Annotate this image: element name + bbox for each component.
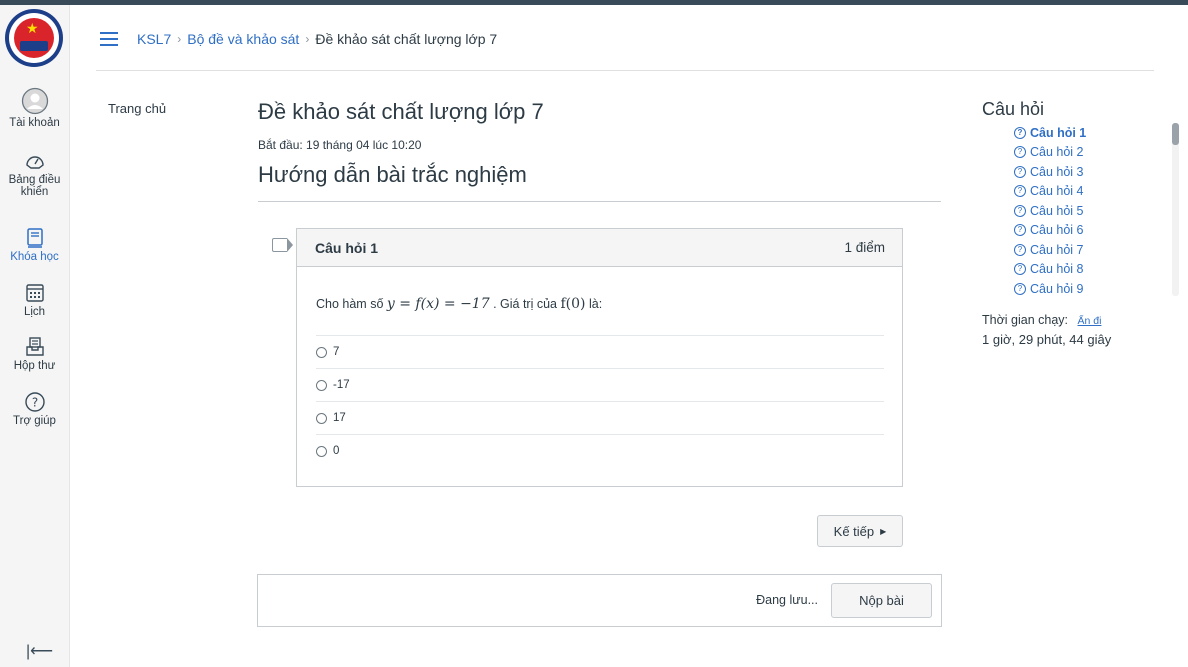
caret-right-icon: ▶ bbox=[880, 526, 887, 536]
question-text: Cho hàm số y = f(x) = −17 . Giá trị của … bbox=[316, 296, 602, 312]
radio-button[interactable] bbox=[316, 346, 327, 358]
divider bbox=[258, 201, 941, 202]
nav-dashboard[interactable]: Bảng điều khiển bbox=[0, 150, 69, 198]
question-list-scrollbar[interactable] bbox=[1172, 123, 1179, 296]
breadcrumb-current: Đề khảo sát chất lượng lớp 7 bbox=[315, 31, 498, 47]
question-mark-icon: ? bbox=[1014, 204, 1026, 217]
question-text-mid: . Giá trị của bbox=[493, 297, 558, 311]
chevron-right-icon: › bbox=[177, 32, 182, 46]
nav-calendar-label: Lịch bbox=[23, 306, 46, 318]
svg-text:?: ? bbox=[31, 396, 37, 410]
page-title: Đề khảo sát chất lượng lớp 7 bbox=[258, 99, 544, 124]
global-nav: ★ Tài khoản Bảng điều khiển Khóa học Lịc… bbox=[0, 5, 70, 667]
next-button[interactable]: Kế tiếp ▶ bbox=[817, 515, 903, 547]
question-link[interactable]: ? Câu hỏi 8 bbox=[1014, 260, 1164, 280]
question-link[interactable]: ? Câu hỏi 3 bbox=[1014, 162, 1164, 182]
question-mark-icon: ? bbox=[1014, 146, 1026, 159]
question-mark-icon: ? bbox=[1014, 282, 1026, 295]
answer-option[interactable]: 7 bbox=[316, 335, 884, 368]
question-formula: y = f(x) = −17 bbox=[386, 296, 490, 312]
question-points: 1 điểm bbox=[844, 240, 885, 255]
answer-option[interactable]: 0 bbox=[316, 434, 884, 467]
question-header: Câu hỏi 1 1 điểm bbox=[297, 229, 902, 267]
question-link[interactable]: ? Câu hỏi 9 bbox=[1014, 279, 1164, 296]
question-link[interactable]: ? Câu hỏi 6 bbox=[1014, 221, 1164, 241]
next-button-label: Kế tiếp bbox=[833, 523, 875, 539]
nav-inbox[interactable]: Hộp thư bbox=[0, 336, 69, 372]
answer-label: 17 bbox=[333, 412, 346, 424]
question-title: Câu hỏi 1 bbox=[315, 239, 379, 256]
question-link[interactable]: ? Câu hỏi 4 bbox=[1014, 182, 1164, 202]
hamburger-menu-icon[interactable] bbox=[100, 32, 118, 50]
question-mark-icon: ? bbox=[1014, 224, 1026, 237]
question-text-suffix: là: bbox=[589, 297, 603, 311]
question-link[interactable]: ? Câu hỏi 7 bbox=[1014, 240, 1164, 260]
top-bar bbox=[0, 0, 1188, 5]
nav-account[interactable]: Tài khoản bbox=[0, 87, 69, 129]
timer-value: 1 giờ, 29 phút, 44 giây bbox=[982, 332, 1112, 347]
nav-help-label: Trợ giúp bbox=[13, 415, 56, 427]
nav-help[interactable]: ? Trợ giúp bbox=[0, 391, 69, 427]
question-mark-icon: ? bbox=[1014, 243, 1026, 256]
question-list-title: Câu hỏi bbox=[982, 99, 1045, 119]
nav-calendar[interactable]: Lịch bbox=[0, 282, 69, 318]
question-text-prefix: Cho hàm số bbox=[316, 297, 384, 311]
answer-label: 0 bbox=[333, 445, 340, 457]
answer-option[interactable]: 17 bbox=[316, 401, 884, 434]
flag-question-icon[interactable] bbox=[272, 238, 293, 252]
question-mark-icon: ? bbox=[1014, 126, 1026, 139]
nav-dashboard-label: Bảng điều khiển bbox=[8, 174, 61, 198]
help-icon: ? bbox=[24, 392, 45, 412]
nav-inbox-label: Hộp thư bbox=[13, 360, 56, 372]
chevron-right-icon: › bbox=[305, 32, 310, 46]
nav-courses-label: Khóa học bbox=[10, 251, 59, 263]
question-mark-icon: ? bbox=[1014, 263, 1026, 276]
breadcrumb-divider bbox=[96, 70, 1154, 71]
breadcrumb-quizzes[interactable]: Bộ đề và khảo sát bbox=[187, 31, 299, 47]
timer-label-row: Thời gian chạy: Ẩn đi bbox=[982, 313, 1101, 327]
nav-account-label: Tài khoản bbox=[9, 117, 60, 129]
question-link[interactable]: ? Câu hỏi 5 bbox=[1014, 201, 1164, 221]
saving-status: Đang lưu... bbox=[756, 593, 818, 607]
dashboard-icon bbox=[25, 156, 44, 169]
question-list: ? Câu hỏi 1 ? Câu hỏi 2 ? Câu hỏi 3 ? Câu hỏ… bbox=[1014, 123, 1164, 296]
question-card: Câu hỏi 1 1 điểm Cho hàm số y = f(x) = −… bbox=[296, 228, 903, 487]
courses-icon bbox=[26, 228, 43, 248]
hide-timer-link[interactable]: Ẩn đi bbox=[1078, 315, 1102, 327]
breadcrumb: KSL7 › Bộ đề và khảo sát › Đề khảo sát c… bbox=[137, 31, 497, 47]
collapse-nav-icon[interactable]: |⟵ bbox=[26, 641, 53, 661]
radio-button[interactable] bbox=[316, 379, 327, 391]
instructions-heading: Hướng dẫn bài trắc nghiệm bbox=[258, 162, 527, 187]
submit-button[interactable]: Nộp bài bbox=[831, 583, 932, 618]
radio-button[interactable] bbox=[316, 445, 327, 457]
school-logo[interactable]: ★ bbox=[5, 9, 63, 67]
answer-list: 7 -17 17 0 bbox=[316, 335, 884, 467]
question-formula-2: f(0) bbox=[560, 296, 586, 312]
answer-label: -17 bbox=[333, 379, 350, 391]
breadcrumb-course[interactable]: KSL7 bbox=[137, 31, 171, 47]
question-link[interactable]: ? Câu hỏi 1 bbox=[1014, 123, 1164, 143]
started-at: Bắt đầu: 19 tháng 04 lúc 10:20 bbox=[258, 138, 422, 152]
submit-bar: Đang lưu... Nộp bài bbox=[257, 574, 942, 627]
answer-label: 7 bbox=[333, 346, 340, 358]
account-icon bbox=[21, 87, 48, 115]
question-list-scroll-thumb[interactable] bbox=[1172, 123, 1179, 145]
inbox-icon bbox=[25, 337, 44, 356]
calendar-icon bbox=[25, 284, 44, 302]
radio-button[interactable] bbox=[316, 412, 327, 424]
timer-label: Thời gian chạy: bbox=[982, 313, 1069, 327]
answer-option[interactable]: -17 bbox=[316, 368, 884, 401]
question-link[interactable]: ? Câu hỏi 2 bbox=[1014, 143, 1164, 163]
course-nav-home[interactable]: Trang chủ bbox=[108, 101, 166, 116]
question-mark-icon: ? bbox=[1014, 165, 1026, 178]
nav-courses[interactable]: Khóa học bbox=[0, 227, 69, 263]
question-mark-icon: ? bbox=[1014, 185, 1026, 198]
